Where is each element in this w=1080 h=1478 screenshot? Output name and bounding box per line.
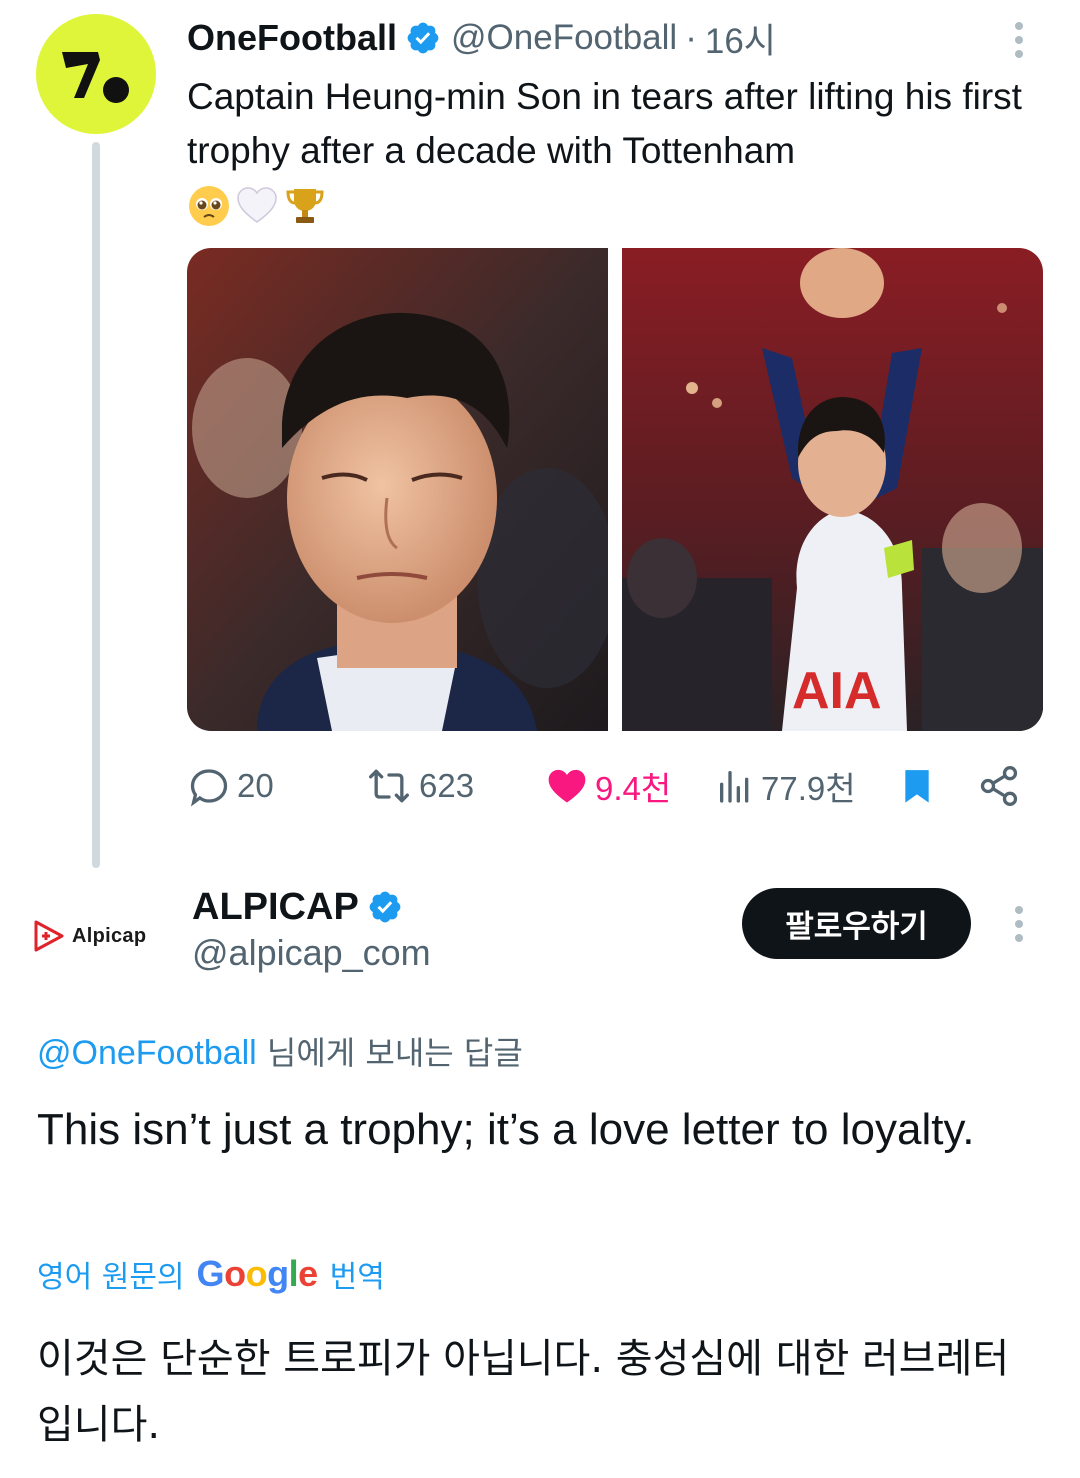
- translate-prefix: 영어 원문의: [37, 1260, 185, 1295]
- author-handle[interactable]: @OneFootball: [451, 18, 677, 58]
- views-button[interactable]: 77.9천: [715, 758, 856, 814]
- share-icon: [980, 766, 1018, 806]
- onefootball-avatar[interactable]: [36, 14, 156, 134]
- heart-filled-icon: [548, 769, 586, 803]
- verified-badge-icon: [367, 889, 403, 925]
- reply-count: 20: [237, 767, 274, 804]
- parent-tweet-header: OneFootball @OneFootball · 16시: [187, 14, 776, 62]
- follow-button[interactable]: 팔로우하기: [742, 888, 971, 959]
- emoji-row: [187, 182, 327, 230]
- tweet-text: Captain Heung-min Son in tears after lif…: [187, 76, 1022, 171]
- alpicap-brand-text: Alpicap: [72, 924, 147, 947]
- retweet-icon: [369, 769, 409, 803]
- thread-line: [92, 142, 100, 868]
- reply-icon: [190, 769, 228, 807]
- reply-author-name[interactable]: ALPICAP: [192, 886, 359, 929]
- reply-author-handle[interactable]: @alpicap_com: [192, 932, 431, 974]
- views-chart-icon: [720, 771, 749, 803]
- parent-tweet[interactable]: OneFootball @OneFootball · 16시 Captain H…: [0, 0, 1080, 870]
- tweet-timestamp[interactable]: 16시: [705, 13, 776, 64]
- tweet-photo-1[interactable]: [187, 248, 608, 731]
- reply-button[interactable]: 20: [187, 758, 274, 814]
- reply-tweet-text: This isn’t just a trophy; it’s a love le…: [37, 1105, 975, 1154]
- bookmark-filled-icon: [905, 770, 929, 803]
- alpicap-logo-icon: [34, 920, 64, 952]
- onefootball-logo: [36, 14, 156, 134]
- tweet-action-bar: 20 623 9.4천 77.9천: [187, 758, 1037, 814]
- more-options-icon[interactable]: [1015, 22, 1025, 58]
- tweet-photo-2[interactable]: AIA: [622, 248, 1043, 731]
- translation-attribution[interactable]: 영어 원문의 Google 번역: [37, 1250, 385, 1298]
- translate-suffix: 번역: [329, 1260, 385, 1295]
- share-button[interactable]: [977, 758, 1021, 814]
- retweet-button[interactable]: 623: [365, 758, 474, 814]
- bookmark-button[interactable]: [897, 758, 937, 814]
- reply-author-row: ALPICAP: [192, 882, 413, 932]
- verified-badge-icon: [405, 20, 441, 56]
- view-count: 77.9천: [761, 770, 856, 807]
- like-button[interactable]: 9.4천: [545, 758, 671, 814]
- pleading-face-icon: [187, 184, 231, 228]
- reply-to-line: @OneFootball 님에게 보내는 답글: [37, 1028, 523, 1074]
- svg-text:AIA: AIA: [792, 662, 882, 720]
- reply-to-suffix: 님에게 보내는 답글: [256, 1034, 523, 1072]
- separator-dot: ·: [685, 18, 697, 57]
- alpicap-avatar[interactable]: Alpicap: [30, 896, 160, 976]
- white-heart-icon: [235, 184, 279, 228]
- translated-text: 이것은 단순한 트로피가 아닙니다. 충성심에 대한 러브레터입니다.: [37, 1336, 1010, 1448]
- google-logo: Google: [196, 1253, 319, 1294]
- more-options-icon[interactable]: [1015, 906, 1025, 942]
- trophy-icon: [283, 184, 327, 228]
- reply-to-mention[interactable]: @OneFootball: [37, 1034, 257, 1072]
- author-name[interactable]: OneFootball: [187, 17, 397, 59]
- like-count: 9.4천: [595, 770, 672, 807]
- retweet-count: 623: [419, 767, 475, 804]
